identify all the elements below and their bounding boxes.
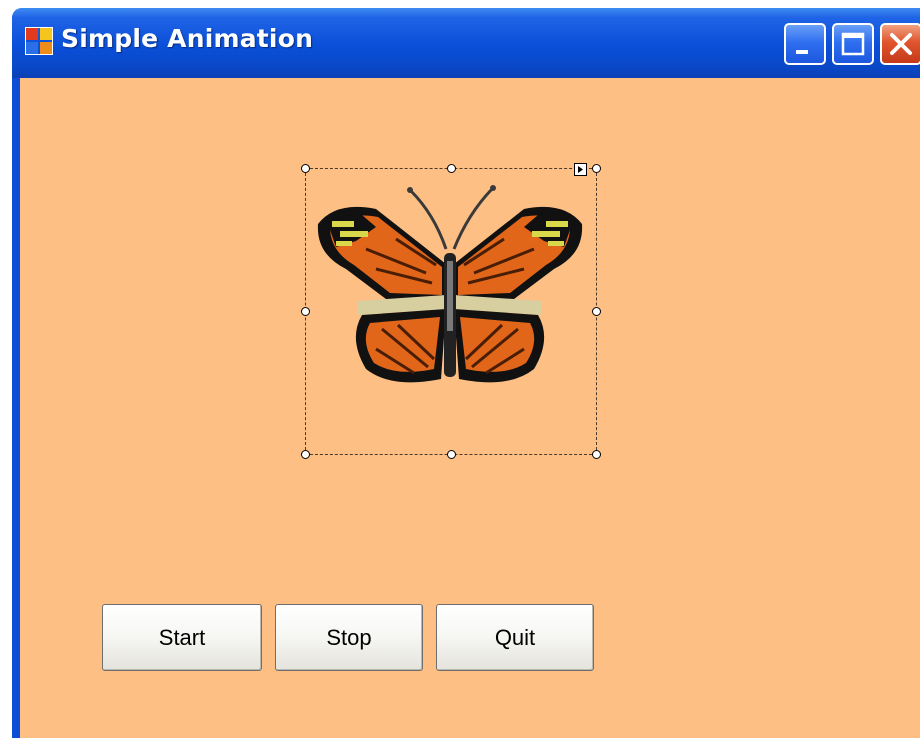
resize-handle-top-right[interactable] (592, 164, 601, 173)
triangle-right-icon (578, 166, 583, 173)
form-client-area: Start Stop Quit (20, 78, 920, 738)
resize-handle-left[interactable] (301, 307, 310, 316)
smart-tag-glyph[interactable] (574, 163, 587, 176)
resize-handle-right[interactable] (592, 307, 601, 316)
quit-button[interactable]: Quit (436, 604, 594, 671)
stop-button[interactable]: Stop (275, 604, 423, 671)
resize-handle-bottom[interactable] (447, 450, 456, 459)
title-bar[interactable]: Simple Animation (12, 8, 920, 78)
close-button[interactable] (880, 23, 920, 65)
app-window: Simple Animation Start Stop Quit (12, 8, 920, 738)
resize-handle-bottom-right[interactable] (592, 450, 601, 459)
maximize-button[interactable] (832, 23, 874, 65)
minimize-button[interactable] (784, 23, 826, 65)
window-title: Simple Animation (61, 24, 314, 53)
close-icon (890, 33, 912, 55)
minimize-icon (796, 50, 808, 54)
resize-handle-top[interactable] (447, 164, 456, 173)
app-window-icon (25, 27, 53, 55)
start-button[interactable]: Start (102, 604, 262, 671)
maximize-icon (841, 32, 865, 56)
butterfly-picture-box[interactable] (301, 163, 601, 459)
resize-handle-bottom-left[interactable] (301, 450, 310, 459)
butterfly-image (317, 185, 583, 383)
resize-handle-top-left[interactable] (301, 164, 310, 173)
